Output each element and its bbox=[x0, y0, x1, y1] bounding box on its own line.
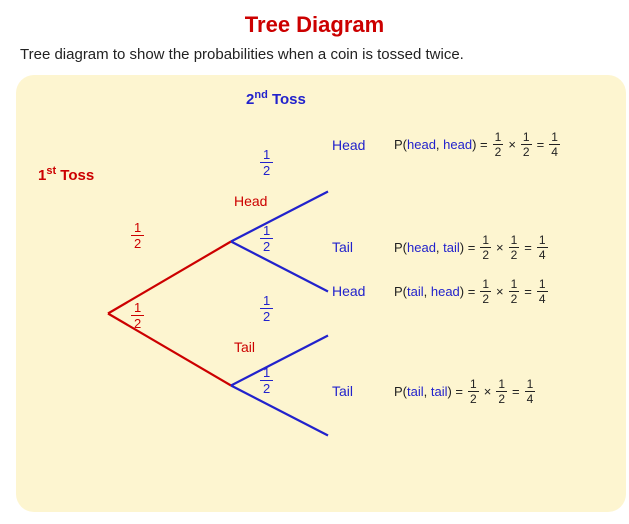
diagram-box: 2nd Toss 1st Toss 1 2 bbox=[16, 75, 626, 512]
frac-b-ul: 1 2 bbox=[260, 223, 273, 254]
page: Tree Diagram Tree diagram to show the pr… bbox=[0, 0, 629, 524]
mid-label-head: Head bbox=[234, 193, 267, 209]
subtitle: Tree diagram to show the probabilities w… bbox=[16, 46, 464, 63]
frac-b-uu: 1 2 bbox=[260, 147, 273, 178]
frac-b-lu: 1 2 bbox=[260, 293, 273, 324]
outcome-tt: Tail bbox=[332, 383, 353, 399]
frac-r-lower: 1 2 bbox=[131, 300, 144, 331]
outcome-ht: Tail bbox=[332, 239, 353, 255]
page-title: Tree Diagram bbox=[16, 12, 613, 38]
prob-hh: P(head, head) = 1 2 × 1 2 = 1 4 bbox=[394, 130, 562, 159]
frac-r-upper: 1 2 bbox=[131, 220, 144, 251]
prob-th: P(tail, head) = 1 2 × 1 2 = 1 4 bbox=[394, 277, 550, 306]
outcome-hh: Head bbox=[332, 137, 365, 153]
frac-b-ll: 1 2 bbox=[260, 365, 273, 396]
prob-tt: P(tail, tail) = 1 2 × 1 2 = 1 4 bbox=[394, 377, 537, 406]
mid-label-tail: Tail bbox=[234, 339, 255, 355]
prob-ht: P(head, tail) = 1 2 × 1 2 = 1 4 bbox=[394, 233, 550, 262]
outcome-th: Head bbox=[332, 283, 365, 299]
